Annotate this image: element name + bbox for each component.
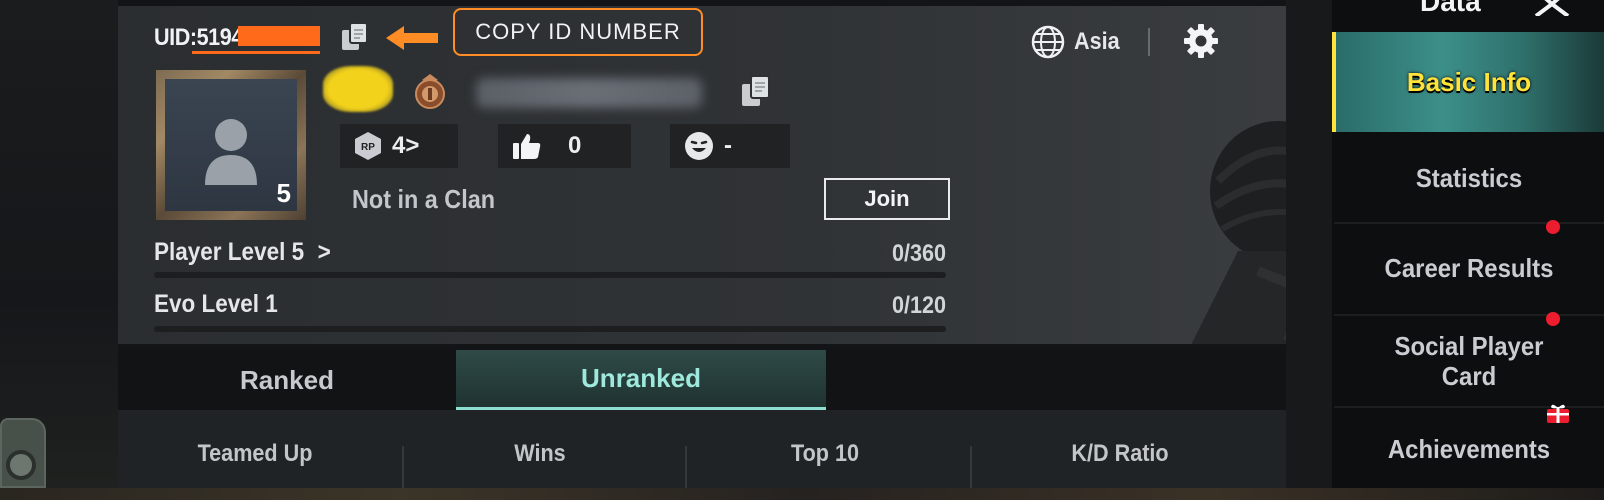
vehicle-decoration bbox=[0, 418, 46, 488]
svg-text:RP: RP bbox=[361, 142, 375, 153]
user-silhouette-icon bbox=[205, 119, 257, 185]
avatar-frame: 5 bbox=[165, 79, 297, 211]
rp-chip[interactable]: RP 4> bbox=[340, 124, 458, 168]
close-icon[interactable] bbox=[1530, 0, 1574, 16]
nav-item-basic-info[interactable]: Basic Info bbox=[1334, 32, 1604, 132]
player-level-progress: 0/360 bbox=[891, 240, 946, 267]
uid-redaction bbox=[238, 26, 320, 46]
smiley-icon bbox=[685, 132, 713, 160]
nav-title: Data bbox=[1420, 0, 1481, 17]
right-gutter bbox=[1286, 0, 1332, 500]
thumbs-up-icon bbox=[513, 134, 541, 159]
copy-id-callout: COPY ID NUMBER bbox=[453, 8, 703, 56]
copy-icon[interactable] bbox=[738, 72, 774, 110]
copy-icon[interactable] bbox=[338, 20, 372, 54]
stat-header-teamed-up: Teamed Up bbox=[197, 440, 313, 467]
rp-badge-icon: RP bbox=[355, 132, 381, 160]
avatar[interactable]: 5 bbox=[156, 70, 306, 220]
player-level-number: 5 bbox=[291, 238, 305, 266]
uid-label: UID:5194 bbox=[154, 24, 243, 51]
clan-status: Not in a Clan bbox=[352, 184, 496, 214]
player-level-arrow: > bbox=[317, 238, 331, 266]
name-redaction bbox=[323, 66, 393, 112]
evo-level-label: Evo Level 1 bbox=[154, 290, 278, 318]
uid-underline bbox=[192, 51, 320, 54]
evo-level-bar bbox=[154, 326, 946, 332]
nav-item-label: Basic Info bbox=[1406, 67, 1532, 97]
nav-item-statistics[interactable]: Statistics bbox=[1345, 134, 1593, 222]
likes-chip[interactable]: 0 bbox=[498, 124, 631, 168]
nav-active-indicator bbox=[1332, 32, 1336, 132]
arrow-left-icon bbox=[386, 26, 438, 50]
player-name-redaction bbox=[476, 78, 702, 108]
column-divider bbox=[685, 446, 687, 488]
stat-header-kd-ratio: K/D Ratio bbox=[1071, 440, 1169, 467]
rank-badge-icon[interactable] bbox=[412, 72, 448, 112]
tab-ranked[interactable]: Ranked bbox=[118, 350, 456, 410]
nav-item-label: Social Player Card bbox=[1394, 331, 1544, 391]
emote-value: - bbox=[724, 132, 732, 159]
avatar-level: 5 bbox=[276, 178, 291, 208]
nav-item-achievements[interactable]: Achievements bbox=[1345, 408, 1593, 490]
stat-header-top-10: Top 10 bbox=[790, 440, 860, 467]
gear-icon[interactable] bbox=[1182, 22, 1220, 60]
header-divider bbox=[1148, 28, 1150, 56]
column-divider bbox=[402, 446, 404, 488]
soldier-illustration bbox=[1191, 121, 1286, 344]
stat-header-wins: Wins bbox=[514, 440, 566, 467]
globe-icon[interactable] bbox=[1030, 24, 1066, 60]
column-divider bbox=[970, 446, 972, 488]
nav-item-label: Achievements bbox=[1387, 434, 1551, 464]
emote-chip[interactable]: - bbox=[670, 124, 790, 168]
likes-count: 0 bbox=[568, 132, 582, 159]
region-label[interactable]: Asia bbox=[1074, 28, 1120, 56]
nav-item-label: Statistics bbox=[1415, 163, 1523, 193]
join-clan-button[interactable]: Join bbox=[824, 178, 950, 220]
player-level-label[interactable]: Player Level 5 > bbox=[154, 238, 331, 267]
tab-unranked[interactable]: Unranked bbox=[456, 350, 826, 410]
nav-item-social-player-card[interactable]: Social Player Card bbox=[1345, 316, 1593, 406]
evo-level-progress: 0/120 bbox=[891, 292, 946, 319]
nav-item-career-results[interactable]: Career Results bbox=[1345, 224, 1593, 312]
nav-item-label: Career Results bbox=[1384, 253, 1554, 283]
rp-value: 4> bbox=[392, 132, 420, 159]
bottom-decoration bbox=[0, 488, 1604, 500]
mode-tabs: Ranked Unranked bbox=[118, 350, 1286, 410]
player-level-text: Player Level bbox=[154, 238, 286, 266]
player-level-bar bbox=[154, 272, 946, 278]
